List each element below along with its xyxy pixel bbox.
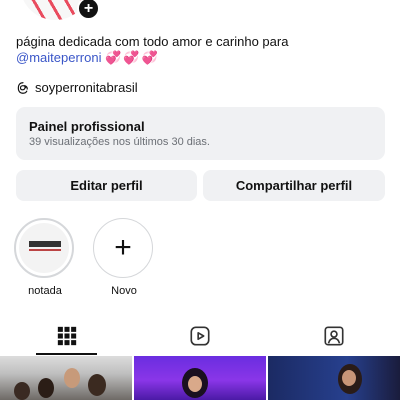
- grid-icon: [57, 326, 76, 346]
- threads-link[interactable]: soyperronitabrasil: [16, 80, 138, 95]
- bio-mention-link[interactable]: @maiteperroni: [16, 50, 101, 65]
- selected-tab-indicator: [36, 353, 97, 355]
- highlight-new-label: Novo: [111, 285, 137, 297]
- add-story-plus-icon[interactable]: +: [77, 0, 100, 20]
- highlight-label: notada: [28, 285, 62, 297]
- profile-bio: página dedicada com todo amor e carinho …: [16, 34, 386, 66]
- hearts-emoji: 💞💞💞: [105, 50, 160, 65]
- plus-icon: +: [114, 231, 132, 264]
- tab-posts-grid[interactable]: [0, 318, 133, 354]
- bio-text: página dedicada com todo amor e carinho …: [16, 34, 289, 49]
- dashboard-title: Painel profissional: [29, 119, 145, 134]
- reels-icon: [189, 326, 210, 346]
- threads-handle: soyperronitabrasil: [35, 80, 138, 95]
- tab-tagged[interactable]: [267, 318, 400, 354]
- post-thumbnail[interactable]: [134, 356, 266, 400]
- post-thumbnail[interactable]: [0, 356, 132, 400]
- profile-tabs: [0, 318, 400, 355]
- post-thumbnail[interactable]: [268, 356, 400, 400]
- highlight-notada[interactable]: notada: [14, 218, 76, 297]
- professional-dashboard[interactable]: Painel profissional 39 visualizações nos…: [16, 107, 385, 160]
- highlight-new-circle: +: [93, 218, 153, 278]
- profile-avatar-area[interactable]: +: [14, 0, 104, 22]
- dashboard-subtitle: 39 visualizações nos últimos 30 dias.: [29, 136, 210, 148]
- tagged-icon: [323, 326, 344, 346]
- share-profile-button[interactable]: Compartilhar perfil: [203, 170, 385, 201]
- tab-reels[interactable]: [133, 318, 266, 354]
- highlight-new[interactable]: + Novo: [93, 218, 155, 297]
- threads-icon: [17, 81, 28, 94]
- posts-grid: [0, 356, 400, 400]
- edit-profile-button[interactable]: Editar perfil: [16, 170, 197, 201]
- highlight-cover: [14, 218, 74, 278]
